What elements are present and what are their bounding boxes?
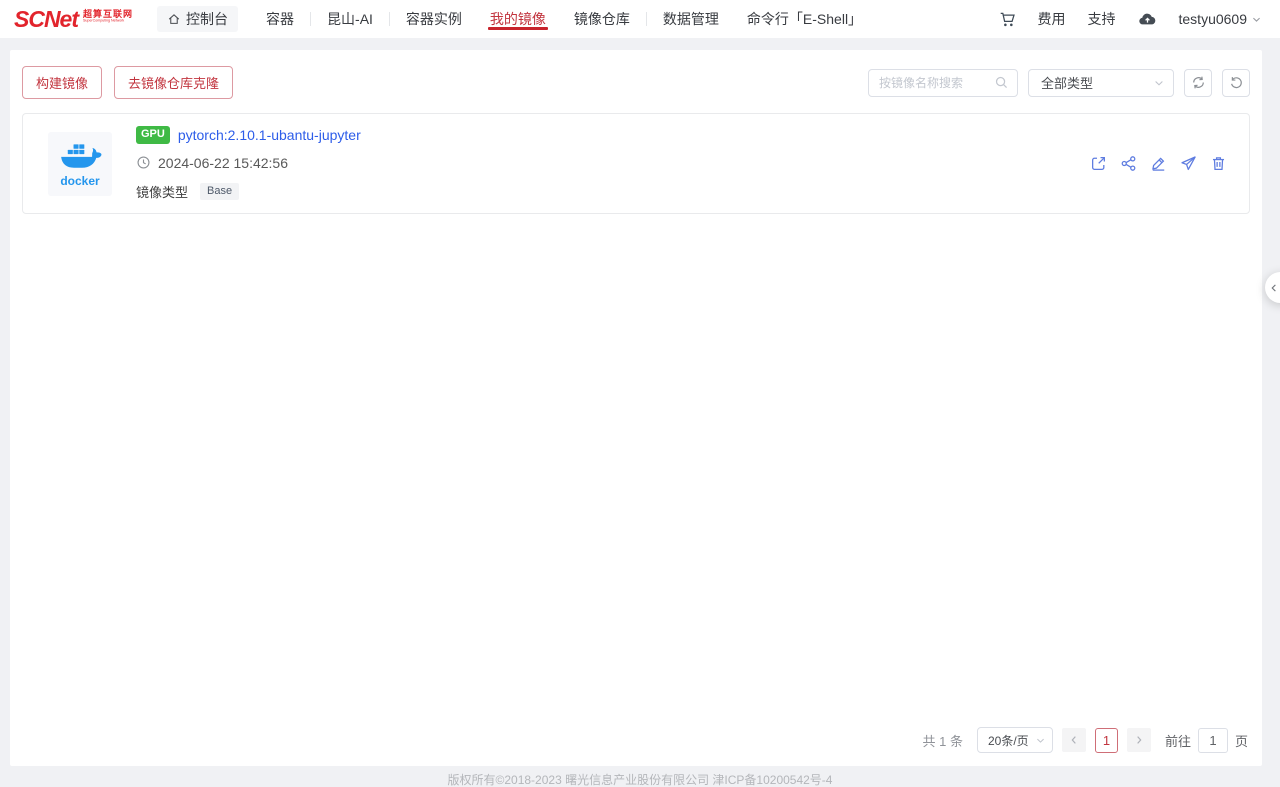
page-size-value: 20条/页	[988, 732, 1029, 749]
page: SCNet 超算互联网 SuperComputing Network 控制台 容…	[0, 0, 1280, 787]
nav-my-images[interactable]: 我的镜像	[490, 0, 546, 38]
toolbar-right: 全部类型	[868, 69, 1250, 97]
type-filter-value: 全部类型	[1041, 73, 1093, 92]
chevron-down-icon	[1251, 14, 1262, 25]
clone-from-repo-button[interactable]: 去镜像仓库克隆	[114, 66, 233, 99]
reset-icon	[1229, 75, 1244, 90]
cart-icon[interactable]	[999, 11, 1016, 28]
refresh-icon	[1191, 75, 1206, 90]
pagination: 共 1 条 20条/页 1	[923, 727, 1249, 753]
export-icon[interactable]	[1090, 155, 1107, 172]
nav-data-management[interactable]: 数据管理	[663, 0, 719, 38]
next-page-button[interactable]	[1127, 728, 1151, 752]
chevron-left-icon	[1068, 734, 1080, 746]
nav-container[interactable]: 容器	[266, 0, 294, 38]
goto-page-input[interactable]	[1198, 728, 1228, 753]
copyright-footer: 版权所有©2018-2023 曙光信息产业股份有限公司 津ICP备1020054…	[0, 771, 1280, 787]
image-search-box[interactable]	[868, 69, 1018, 97]
docker-wordmark: docker	[60, 175, 99, 187]
content-panel: 构建镜像 去镜像仓库克隆 全部类型	[10, 50, 1262, 766]
home-icon	[167, 12, 181, 26]
nav-image-repo[interactable]: 镜像仓库	[574, 0, 630, 38]
page-unit-label: 页	[1235, 731, 1248, 750]
clock-icon	[136, 155, 151, 170]
image-type-tag: Base	[200, 183, 239, 200]
main-nav: 控制台 容器 昆山-AI 容器实例 我的镜像 镜像仓库 数据管理 命令行「E-S…	[157, 0, 876, 38]
scnet-logo[interactable]: SCNet 超算互联网 SuperComputing Network	[14, 7, 133, 31]
delete-icon[interactable]	[1210, 155, 1227, 172]
search-input[interactable]	[879, 76, 994, 90]
nav-divider	[310, 12, 311, 26]
nav-kunshan-ai[interactable]: 昆山-AI	[327, 0, 373, 38]
search-icon[interactable]	[994, 75, 1009, 90]
top-navbar: SCNet 超算互联网 SuperComputing Network 控制台 容…	[0, 0, 1280, 38]
gpu-badge: GPU	[136, 126, 170, 143]
page-size-select[interactable]: 20条/页	[977, 727, 1053, 753]
logo-text: SCNet	[14, 7, 78, 31]
publish-icon[interactable]	[1180, 155, 1197, 172]
image-card: docker GPU pytorch:2.10.1-ubantu-jupyter…	[22, 113, 1250, 214]
share-icon[interactable]	[1120, 155, 1137, 172]
side-drawer-toggle[interactable]	[1265, 272, 1280, 303]
nav-eshell[interactable]: 命令行「E-Shell」	[747, 0, 862, 38]
fees-link[interactable]: 费用	[1038, 9, 1066, 29]
type-filter-select[interactable]: 全部类型	[1028, 69, 1174, 97]
goto-label: 前往	[1165, 731, 1191, 750]
pagination-total: 共 1 条	[923, 731, 963, 750]
image-card-actions	[1090, 155, 1227, 172]
username: testyu0609	[1179, 11, 1248, 27]
image-name-link[interactable]: pytorch:2.10.1-ubantu-jupyter	[178, 127, 361, 143]
header-right: 费用 支持 testyu0609	[999, 9, 1263, 29]
image-created-at: 2024-06-22 15:42:56	[158, 155, 288, 171]
nav-container-instance[interactable]: 容器实例	[406, 0, 462, 38]
logo-en-text: SuperComputing Network	[83, 19, 128, 23]
user-menu[interactable]: testyu0609	[1179, 11, 1263, 27]
nav-divider	[389, 12, 390, 26]
build-image-button[interactable]: 构建镜像	[22, 66, 102, 99]
page-number-1[interactable]: 1	[1095, 728, 1118, 753]
refresh-button[interactable]	[1184, 69, 1212, 97]
toolbar: 构建镜像 去镜像仓库克隆 全部类型	[10, 50, 1262, 99]
reset-button[interactable]	[1222, 69, 1250, 97]
image-card-info: GPU pytorch:2.10.1-ubantu-jupyter 2024-0…	[136, 126, 361, 200]
nav-console-label: 控制台	[186, 9, 228, 29]
nav-divider	[646, 12, 647, 26]
docker-logo: docker	[48, 132, 112, 196]
chevron-down-icon	[1035, 735, 1046, 746]
chevron-right-icon	[1133, 734, 1145, 746]
edit-icon[interactable]	[1150, 155, 1167, 172]
chevron-left-icon	[1269, 283, 1279, 293]
chevron-down-icon	[1153, 77, 1165, 89]
image-type-label: 镜像类型	[136, 182, 188, 201]
cloud-upload-icon[interactable]	[1138, 12, 1157, 27]
prev-page-button[interactable]	[1062, 728, 1086, 752]
nav-console[interactable]: 控制台	[157, 6, 238, 32]
support-link[interactable]: 支持	[1088, 9, 1116, 29]
